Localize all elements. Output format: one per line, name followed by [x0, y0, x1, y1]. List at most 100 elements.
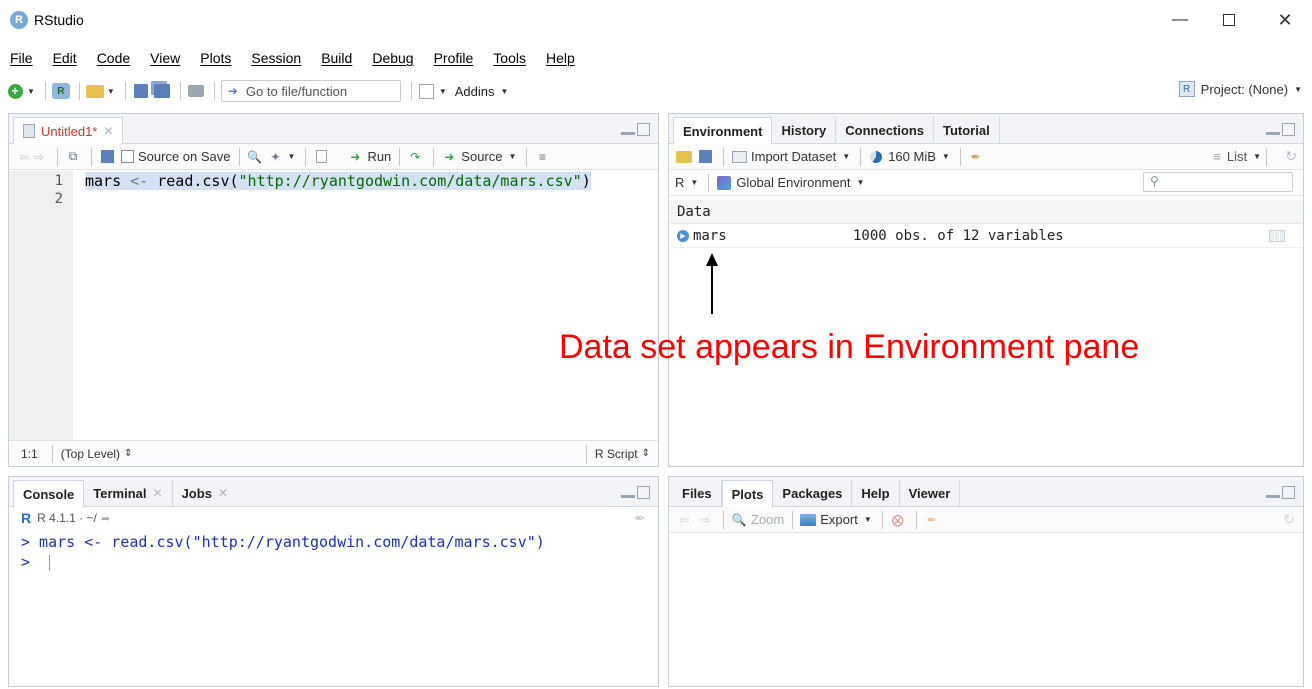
show-in-window-icon[interactable]: ⧉: [64, 148, 82, 166]
pane-window-controls[interactable]: [621, 123, 650, 136]
view-data-grid-icon[interactable]: [1269, 229, 1285, 242]
goto-file-input[interactable]: ➜ Go to file/function: [220, 80, 401, 102]
import-dataset-button[interactable]: Import Dataset: [751, 149, 836, 164]
code-tools-wand-icon[interactable]: ✦: [267, 148, 285, 166]
object-summary: 1000 obs. of 12 variables: [853, 227, 1064, 244]
print-icon[interactable]: [187, 82, 205, 100]
tab-viewer[interactable]: Viewer: [900, 480, 961, 506]
code-line-1[interactable]: mars <- read.csv("http://ryantgodwin.com…: [85, 172, 591, 190]
close-jobs-icon[interactable]: ✕: [218, 486, 228, 500]
menu-tools[interactable]: Tools: [493, 50, 526, 66]
export-icon: [799, 511, 817, 529]
tab-history[interactable]: History: [772, 117, 837, 143]
tab-jobs[interactable]: Jobs ✕: [173, 480, 237, 506]
memory-dropdown-icon[interactable]: ▼: [942, 152, 950, 161]
environment-row-mars[interactable]: ▶ mars 1000 obs. of 12 variables: [669, 224, 1303, 248]
list-view-selector[interactable]: ≡ List ▼: [1213, 149, 1265, 164]
tab-terminal[interactable]: Terminal ✕: [84, 480, 173, 506]
compile-report-icon[interactable]: [312, 148, 330, 166]
source-button[interactable]: Source: [461, 149, 502, 164]
tab-help[interactable]: Help: [852, 480, 900, 506]
save-all-icon[interactable]: [153, 82, 171, 100]
tab-console[interactable]: Console: [13, 480, 85, 507]
close-terminal-icon[interactable]: ✕: [153, 486, 163, 500]
menu-code[interactable]: Code: [97, 50, 130, 66]
language-selector[interactable]: R: [675, 175, 684, 190]
minimize-button[interactable]: —: [1157, 0, 1203, 40]
export-dropdown-icon[interactable]: ▼: [864, 515, 872, 524]
code-tools-dropdown-icon[interactable]: ▼: [288, 152, 296, 161]
menu-view[interactable]: View: [150, 50, 180, 66]
menu-help[interactable]: Help: [546, 50, 575, 66]
refresh-icon[interactable]: ↻: [1285, 148, 1297, 165]
menu-file[interactable]: File: [10, 50, 33, 66]
open-file-icon[interactable]: [85, 82, 104, 100]
export-button[interactable]: Export: [820, 512, 858, 527]
environment-dropdown-icon[interactable]: ▼: [856, 178, 864, 187]
tab-packages[interactable]: Packages: [773, 480, 853, 506]
environment-search-input[interactable]: ⚲: [1143, 172, 1293, 192]
menu-edit[interactable]: Edit: [53, 50, 77, 66]
environment-selector[interactable]: Global Environment: [736, 175, 850, 190]
run-button[interactable]: Run: [367, 149, 391, 164]
pane-window-controls[interactable]: [1266, 123, 1295, 136]
title-bar: R RStudio — ✕: [0, 0, 1312, 40]
pane-window-controls[interactable]: [1266, 486, 1295, 499]
scope-selector[interactable]: (Top Level): [61, 447, 120, 461]
project-menu[interactable]: R Project: (None) ▼: [1178, 81, 1306, 97]
language-dropdown-icon[interactable]: ▼: [690, 178, 698, 187]
close-window-button[interactable]: ✕: [1262, 0, 1308, 40]
search-icon: ⚲: [1150, 174, 1159, 188]
memory-usage[interactable]: 160 MiB: [888, 149, 936, 164]
tab-tutorial[interactable]: Tutorial: [934, 117, 1000, 143]
source-on-save-checkbox[interactable]: [121, 150, 134, 163]
next-plot-icon[interactable]: ⇨: [696, 511, 714, 529]
goto-wd-icon[interactable]: ➦: [101, 512, 110, 525]
save-workspace-icon[interactable]: [696, 148, 714, 166]
pane-window-controls[interactable]: [621, 486, 650, 499]
menu-plots[interactable]: Plots: [200, 50, 231, 66]
source-dropdown-icon[interactable]: ▼: [509, 152, 517, 161]
menu-build[interactable]: Build: [321, 50, 352, 66]
menu-debug[interactable]: Debug: [372, 50, 413, 66]
refresh-icon[interactable]: ↻: [1283, 511, 1295, 528]
tab-connections[interactable]: Connections: [836, 117, 934, 143]
addins-dropdown-icon[interactable]: ▼: [501, 87, 509, 96]
previous-plot-icon[interactable]: ⇦: [675, 511, 693, 529]
save-icon[interactable]: [98, 148, 116, 166]
tab-files[interactable]: Files: [673, 480, 722, 506]
open-file-dropdown-icon[interactable]: ▼: [107, 87, 115, 96]
menu-bar: File Edit Code View Plots Session Build …: [0, 43, 585, 73]
code-editor[interactable]: 1 2 mars <- read.csv("http://ryantgodwin…: [9, 171, 658, 440]
clear-console-icon[interactable]: ✒: [634, 510, 646, 527]
menu-profile[interactable]: Profile: [434, 50, 474, 66]
tab-environment[interactable]: Environment: [673, 117, 773, 144]
new-file-dropdown-icon[interactable]: ▼: [27, 87, 35, 96]
load-workspace-icon[interactable]: [675, 148, 693, 166]
forward-icon[interactable]: ⇨: [30, 148, 48, 166]
files-pane: Files Plots Packages Help Viewer ⇦ ⇨ 🔍 Z…: [668, 476, 1304, 687]
document-outline-icon[interactable]: ≡: [533, 148, 551, 166]
filetype-selector[interactable]: R Script: [595, 447, 638, 461]
workspace-panes-dropdown-icon[interactable]: ▼: [439, 87, 447, 96]
save-icon[interactable]: [132, 82, 150, 100]
object-name[interactable]: mars: [693, 228, 853, 244]
tab-plots[interactable]: Plots: [721, 480, 774, 507]
rerun-icon[interactable]: ↷: [406, 148, 424, 166]
zoom-button[interactable]: Zoom: [751, 512, 784, 527]
search-icon[interactable]: 🔍: [246, 148, 264, 166]
import-dataset-dropdown-icon[interactable]: ▼: [842, 152, 850, 161]
workspace-panes-icon[interactable]: [418, 82, 436, 100]
close-tab-icon[interactable]: ✕: [103, 124, 113, 138]
new-file-icon[interactable]: +: [6, 82, 24, 100]
new-project-icon[interactable]: R: [51, 82, 70, 100]
clear-objects-broom-icon[interactable]: ✒: [967, 148, 985, 166]
remove-plot-icon[interactable]: ⨂: [889, 511, 907, 529]
clear-plots-broom-icon[interactable]: ✒: [923, 511, 941, 529]
menu-session[interactable]: Session: [251, 50, 301, 66]
expand-arrow-icon[interactable]: ▶: [677, 229, 689, 242]
console-prompt[interactable]: >: [21, 553, 39, 571]
tab-untitled1[interactable]: Untitled1* ✕: [13, 117, 124, 144]
maximize-button[interactable]: [1206, 0, 1252, 40]
addins-menu[interactable]: Addins: [455, 84, 495, 99]
